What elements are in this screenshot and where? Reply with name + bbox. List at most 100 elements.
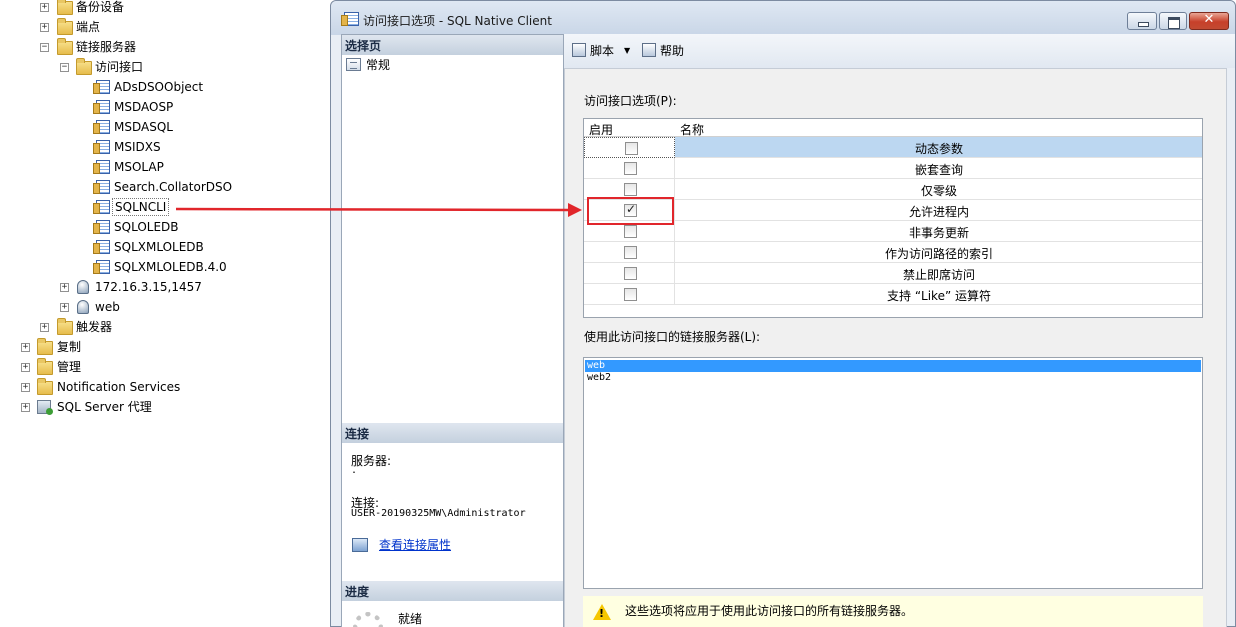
tree-node-linked-server[interactable]: + 172.16.3.15,1457 — [0, 277, 326, 297]
close-icon: ✕ — [1203, 12, 1215, 27]
page-item-label: 常规 — [366, 57, 391, 72]
help-label: 帮助 — [660, 43, 685, 58]
tree-node-provider[interactable]: Search.CollatorDSO — [0, 177, 326, 197]
view-connection-properties-link[interactable]: 查看连接属性 — [379, 536, 451, 553]
tree-node-provider[interactable]: MSDAOSP — [0, 97, 326, 117]
expand-icon[interactable]: + — [40, 23, 49, 32]
provider-icon — [93, 260, 110, 274]
tree-node-label: SQLNCLI — [112, 198, 170, 216]
tree-node-provider[interactable]: MSIDXS — [0, 137, 326, 157]
expand-icon[interactable]: + — [40, 323, 49, 332]
collapse-icon[interactable]: − — [40, 43, 49, 52]
folder-icon — [37, 338, 53, 355]
help-icon — [642, 43, 656, 57]
option-checkbox[interactable] — [624, 288, 637, 301]
option-checkbox[interactable] — [625, 142, 638, 155]
tree-node-label: ADsDSOObject — [114, 80, 204, 94]
tree-node-provider[interactable]: SQLOLEDB — [0, 217, 326, 237]
option-row[interactable]: 支持 “Like” 运算符 — [584, 284, 1202, 305]
tree-node-provider[interactable]: SQLXMLOLEDB — [0, 237, 326, 257]
tree-node-label: 端点 — [76, 20, 101, 34]
minimize-button[interactable] — [1127, 12, 1157, 30]
help-button[interactable]: 帮助 — [642, 40, 684, 60]
option-row[interactable]: 仅零级 — [584, 179, 1202, 200]
maximize-button[interactable] — [1159, 12, 1187, 30]
tree-node-replication[interactable]: + 复制 — [0, 337, 326, 357]
tree-node-notification-services[interactable]: + Notification Services — [0, 377, 326, 397]
option-row[interactable]: 非事务更新 — [584, 221, 1202, 242]
option-checkbox[interactable] — [624, 162, 637, 175]
connection-value: USER-20190325MW\Administrator — [351, 508, 526, 519]
option-name: 动态参数 — [914, 142, 963, 156]
provider-icon — [93, 240, 110, 254]
option-row[interactable]: 动态参数 — [584, 137, 1202, 158]
option-checkbox[interactable] — [624, 225, 637, 238]
linked-server-item[interactable]: web — [585, 360, 1201, 372]
script-button[interactable]: 脚本 ▼ — [572, 40, 630, 60]
select-page-header: 选择页 — [342, 35, 563, 55]
tree-node-label: MSDASQL — [114, 120, 173, 134]
tree-node-provider[interactable]: MSDASQL — [0, 117, 326, 137]
tree-node-management[interactable]: + 管理 — [0, 357, 326, 377]
option-row[interactable]: 作为访问路径的索引 — [584, 242, 1202, 263]
option-name: 仅零级 — [920, 184, 957, 198]
toolbar: 脚本 ▼ 帮助 — [564, 34, 1235, 68]
option-name: 非事务更新 — [908, 226, 969, 240]
provider-icon — [93, 140, 110, 154]
option-row[interactable]: 嵌套查询 — [584, 158, 1202, 179]
option-enabled-cell — [584, 137, 675, 158]
folder-icon — [37, 378, 53, 395]
progress-header: 进度 — [342, 581, 563, 601]
column-header-name[interactable]: 名称 — [680, 121, 704, 138]
folder-icon — [57, 0, 73, 15]
option-checkbox[interactable] — [624, 267, 637, 280]
provider-icon — [93, 160, 110, 174]
tree-node-label: SQLXMLOLEDB — [114, 240, 204, 254]
tree-node-provider[interactable]: SQLXMLOLEDB.4.0 — [0, 257, 326, 277]
linked-server-icon — [77, 280, 89, 294]
option-row[interactable]: 允许进程内 — [584, 200, 1202, 221]
tree-node-provider[interactable]: MSOLAP — [0, 157, 326, 177]
option-enabled-cell — [584, 242, 675, 263]
linked-server-icon — [77, 300, 89, 314]
tree-node-label: Notification Services — [57, 380, 181, 394]
tree-node-sql-agent[interactable]: + SQL Server 代理 — [0, 397, 326, 417]
tree-node-backup-devices[interactable]: + 备份设备 — [0, 0, 326, 17]
expand-icon[interactable]: + — [60, 303, 69, 312]
expand-icon[interactable]: + — [21, 403, 30, 412]
expand-icon[interactable]: + — [21, 343, 30, 352]
grid-header: 启用 名称 — [584, 119, 1202, 137]
option-enabled-cell — [584, 158, 675, 179]
tree-node-provider-selected[interactable]: SQLNCLI — [0, 197, 326, 217]
chevron-down-icon[interactable]: ▼ — [624, 46, 630, 55]
view-connection-properties-icon — [352, 538, 368, 552]
tree-node-triggers[interactable]: + 触发器 — [0, 317, 326, 337]
dialog-title: 访问接口选项 - SQL Native Client — [363, 14, 552, 28]
tree-node-label: 访问接口 — [95, 60, 144, 74]
title-bar[interactable]: 访问接口选项 - SQL Native Client ✕ — [331, 1, 1235, 35]
tree-node-provider[interactable]: ADsDSOObject — [0, 77, 326, 97]
option-name: 支持 “Like” 运算符 — [887, 289, 991, 303]
expand-icon[interactable]: + — [21, 383, 30, 392]
tree-node-linked-server[interactable]: + web — [0, 297, 326, 317]
expand-icon[interactable]: + — [21, 363, 30, 372]
expand-icon[interactable]: + — [60, 283, 69, 292]
expand-icon[interactable]: + — [40, 3, 49, 12]
tree-node-providers[interactable]: − 访问接口 — [0, 57, 326, 77]
page-item-general[interactable]: 常规 — [346, 55, 390, 73]
collapse-icon[interactable]: − — [60, 63, 69, 72]
tree-node-linked-servers[interactable]: − 链接服务器 — [0, 37, 326, 57]
option-name: 嵌套查询 — [914, 163, 963, 177]
option-name: 禁止即席访问 — [902, 268, 975, 282]
column-header-enabled[interactable]: 启用 — [589, 121, 613, 138]
close-button[interactable]: ✕ — [1189, 12, 1229, 30]
tree-node-label: 管理 — [57, 360, 82, 374]
option-row[interactable]: 禁止即席访问 — [584, 263, 1202, 284]
option-checkbox[interactable] — [624, 246, 637, 259]
tree-node-endpoints[interactable]: + 端点 — [0, 17, 326, 37]
linked-server-item[interactable]: web2 — [585, 372, 1201, 384]
folder-icon — [57, 318, 73, 335]
tree-node-label: MSIDXS — [114, 140, 161, 154]
progress-spinner-icon — [353, 612, 383, 627]
option-checkbox[interactable] — [624, 183, 637, 196]
